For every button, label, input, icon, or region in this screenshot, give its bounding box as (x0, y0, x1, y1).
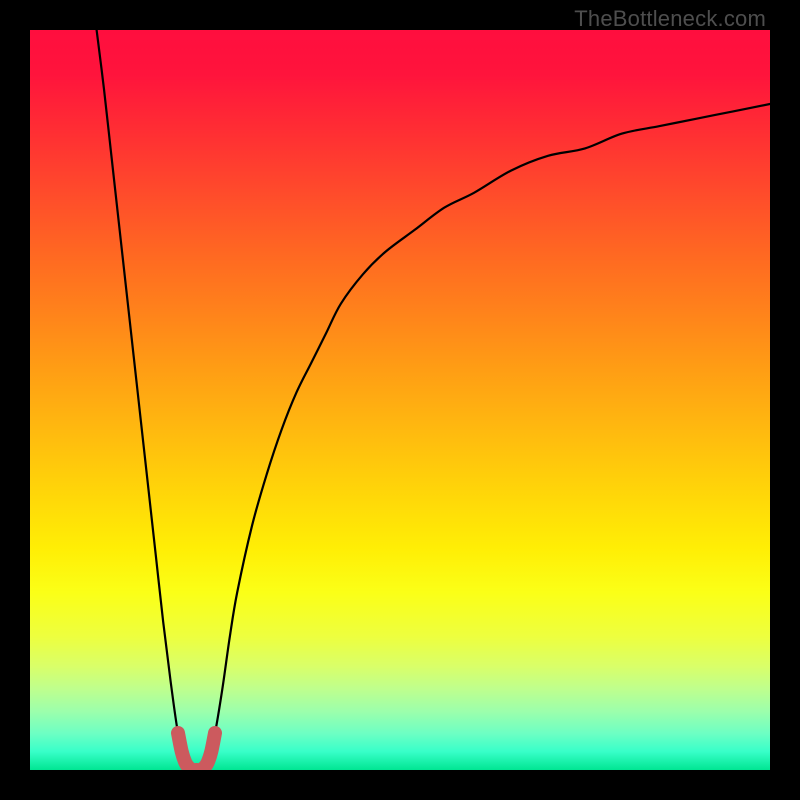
minimum-marker (178, 733, 215, 770)
watermark-text: TheBottleneck.com (574, 6, 766, 32)
plot-area (30, 30, 770, 770)
bottleneck-curve (97, 30, 770, 770)
curve-layer (30, 30, 770, 770)
chart-frame: TheBottleneck.com (0, 0, 800, 800)
